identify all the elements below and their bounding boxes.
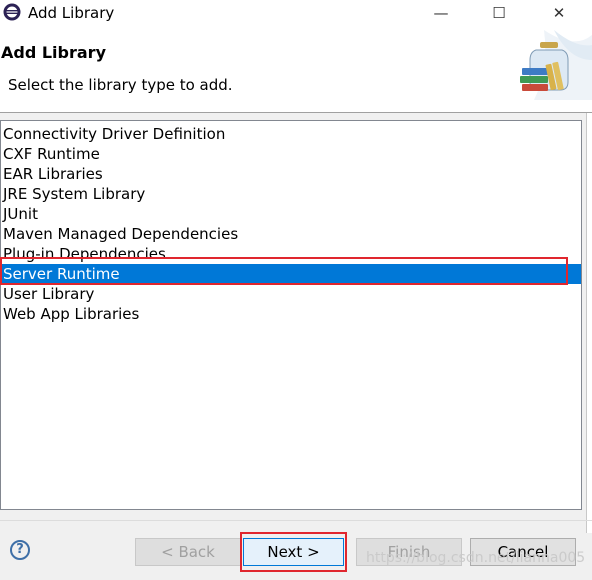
- help-icon[interactable]: ?: [10, 540, 30, 560]
- eclipse-icon: [3, 3, 21, 21]
- window-title: Add Library: [28, 4, 115, 22]
- list-item-selected[interactable]: Server Runtime: [1, 264, 581, 284]
- minimize-button[interactable]: —: [418, 0, 464, 26]
- dialog-title: Add Library: [1, 43, 106, 62]
- list-item[interactable]: CXF Runtime: [1, 144, 581, 164]
- library-type-list[interactable]: Connectivity Driver Definition CXF Runti…: [0, 120, 582, 510]
- close-icon: ✕: [552, 4, 566, 22]
- minimize-icon: —: [433, 4, 449, 22]
- title-bar: Add Library — ☐ ✕: [0, 0, 592, 26]
- maximize-button[interactable]: ☐: [476, 0, 522, 26]
- back-button[interactable]: < Back: [135, 538, 241, 566]
- footer-separator: [0, 520, 592, 521]
- finish-button[interactable]: Finish: [356, 538, 462, 566]
- dialog-description: Select the library type to add.: [8, 76, 233, 94]
- list-item[interactable]: Maven Managed Dependencies: [1, 224, 581, 244]
- close-button[interactable]: ✕: [536, 0, 582, 26]
- dialog-header: Add Library Select the library type to a…: [0, 26, 592, 112]
- list-item[interactable]: Plug-in Dependencies: [1, 244, 581, 264]
- list-item[interactable]: Web App Libraries: [1, 304, 581, 324]
- list-item[interactable]: EAR Libraries: [1, 164, 581, 184]
- header-separator: [0, 112, 592, 113]
- maximize-icon: ☐: [492, 4, 506, 22]
- library-jar-books-icon: [520, 30, 592, 100]
- next-button[interactable]: Next >: [243, 538, 344, 566]
- cancel-button[interactable]: Cancel: [470, 538, 576, 566]
- list-item[interactable]: User Library: [1, 284, 581, 304]
- list-item[interactable]: JRE System Library: [1, 184, 581, 204]
- background-window-edge: [586, 113, 592, 533]
- list-item[interactable]: JUnit: [1, 204, 581, 224]
- list-item[interactable]: Connectivity Driver Definition: [1, 124, 581, 144]
